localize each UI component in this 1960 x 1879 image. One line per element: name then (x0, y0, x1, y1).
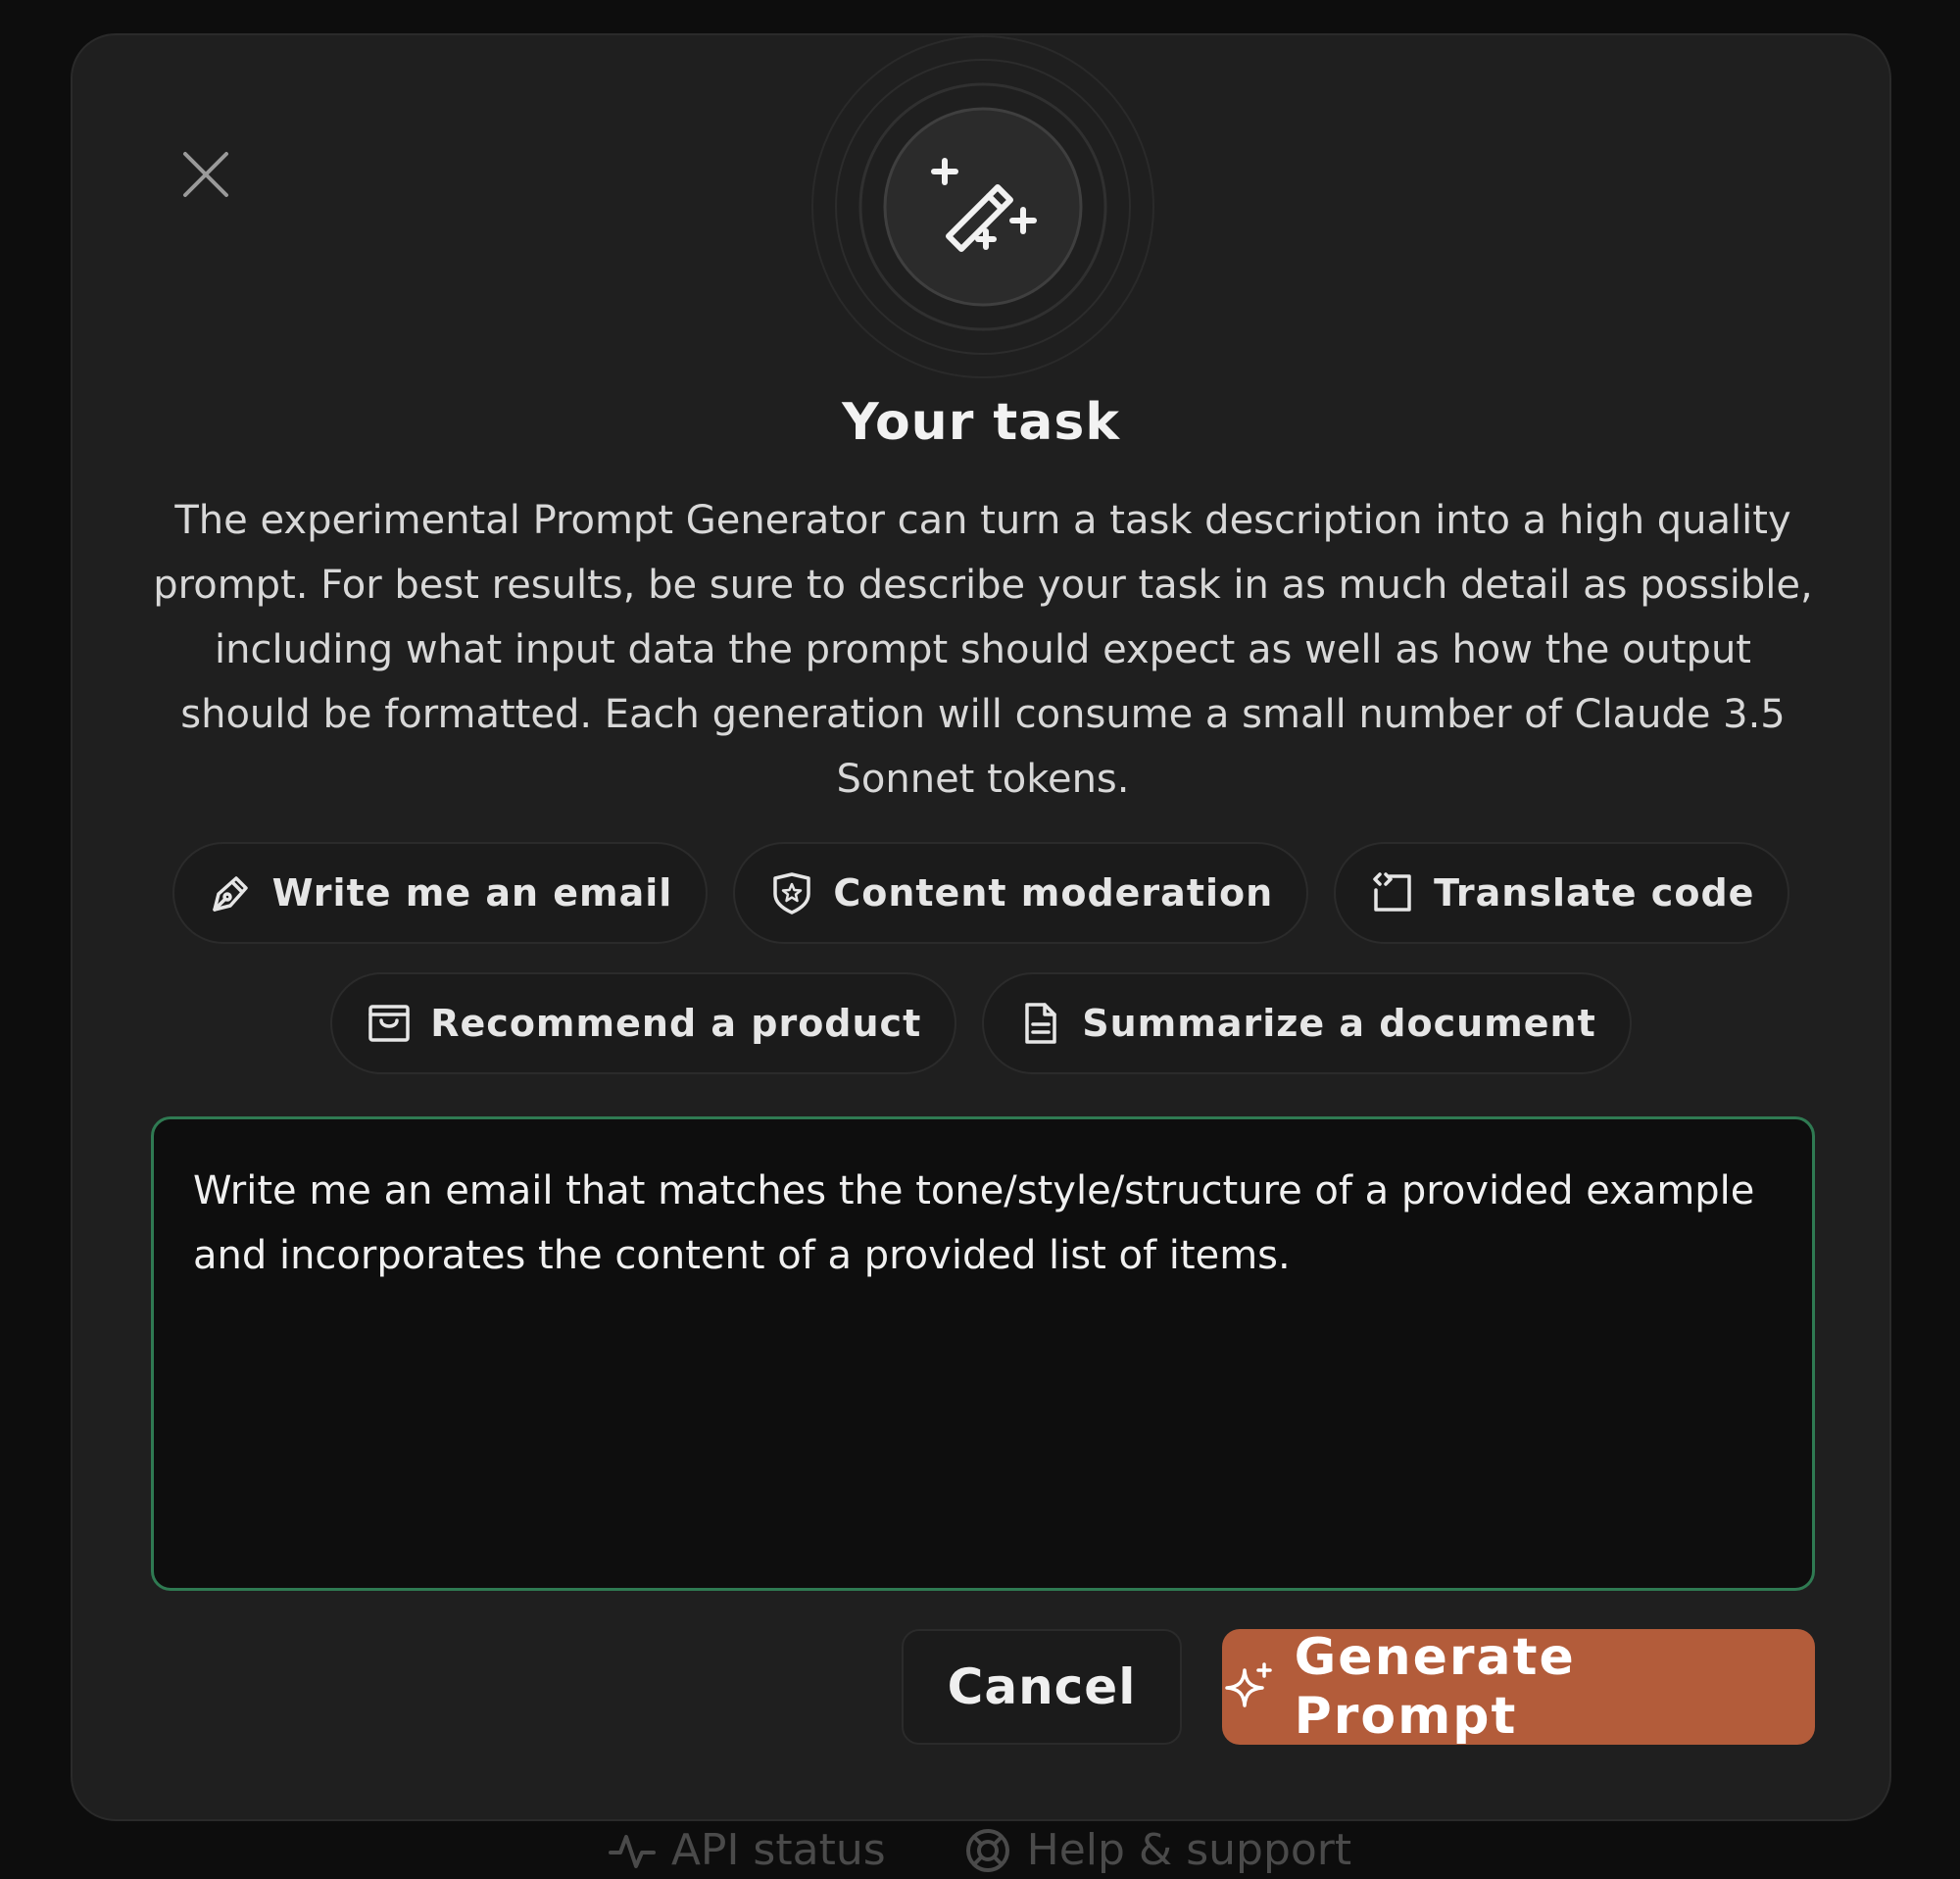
pen-nib-icon (208, 869, 255, 916)
hero-badge (811, 35, 1154, 378)
code-frame-icon (1369, 869, 1416, 916)
help-support-label: Help & support (1026, 1825, 1352, 1875)
modal-description: The experimental Prompt Generator can tu… (153, 498, 1813, 802)
shield-star-icon (768, 869, 815, 916)
suggestion-summarize-document[interactable]: Summarize a document (982, 972, 1632, 1074)
suggestion-row: Write me an email Content moderation Tra… (73, 842, 1889, 944)
task-description-field (151, 1116, 1815, 1591)
suggestion-label: Content moderation (833, 871, 1274, 915)
suggestion-content-moderation[interactable]: Content moderation (733, 842, 1309, 944)
activity-icon (608, 1834, 656, 1868)
suggestion-recommend-product[interactable]: Recommend a product (330, 972, 957, 1074)
cancel-button[interactable]: Cancel (902, 1629, 1182, 1745)
magic-wand-icon (811, 35, 1154, 378)
document-icon (1017, 1000, 1064, 1047)
lifebuoy-icon (965, 1828, 1009, 1872)
api-status-label: API status (670, 1825, 886, 1875)
prompt-generator-modal: Your task The experimental Prompt Genera… (71, 33, 1891, 1821)
api-status-link[interactable]: API status (608, 1825, 886, 1875)
suggestion-write-email[interactable]: Write me an email (172, 842, 709, 944)
generate-prompt-button[interactable]: Generate Prompt (1222, 1628, 1815, 1746)
shopping-bag-icon (366, 1000, 413, 1047)
suggestion-label: Write me an email (271, 871, 673, 915)
generate-prompt-label: Generate Prompt (1294, 1628, 1576, 1746)
close-icon (183, 152, 228, 197)
suggestion-label: Recommend a product (430, 1002, 922, 1045)
suggestion-label: Summarize a document (1082, 1002, 1596, 1045)
suggestion-row: Recommend a product Summarize a document (73, 972, 1889, 1074)
sparkle-icon (1222, 1659, 1277, 1714)
suggestion-translate-code[interactable]: Translate code (1334, 842, 1790, 944)
suggestion-label: Translate code (1434, 871, 1755, 915)
page-footer: API status Help & support (0, 1825, 1960, 1875)
help-support-link[interactable]: Help & support (964, 1825, 1352, 1875)
close-button[interactable] (157, 125, 255, 223)
modal-title: Your task (842, 393, 1120, 452)
task-description-input[interactable] (154, 1119, 1812, 1588)
